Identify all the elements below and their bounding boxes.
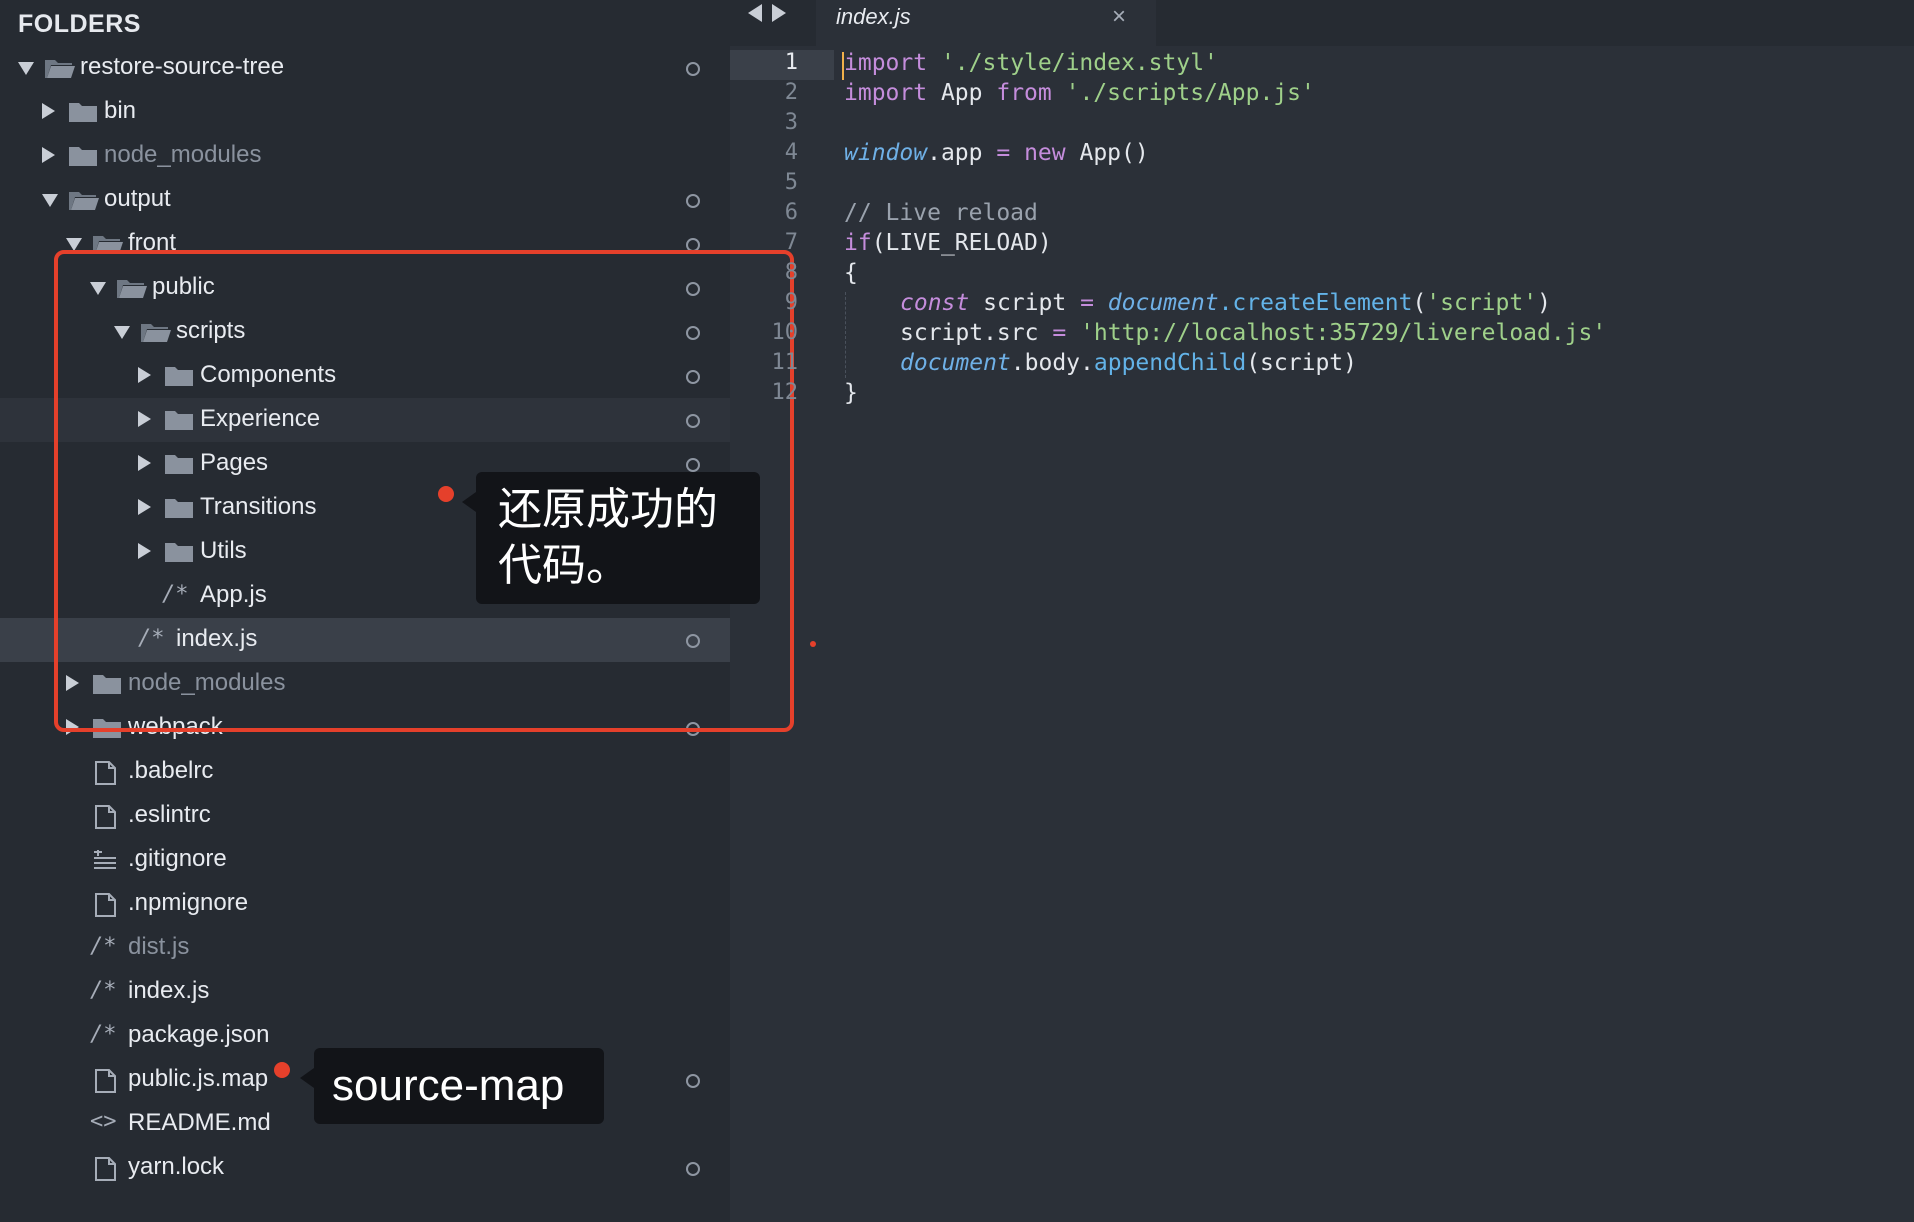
line-number: 8	[784, 260, 798, 285]
line-number: 9	[784, 290, 798, 315]
tree-item-babelrc[interactable]: .babelrc	[0, 750, 730, 794]
disclosure-down-icon[interactable]	[42, 194, 58, 207]
tab-index-js[interactable]: index.js ×	[816, 0, 1156, 46]
tree-item-label: dist.js	[128, 933, 190, 960]
file-icon	[94, 805, 124, 829]
tree-item-label: public.js.map	[128, 1065, 269, 1092]
code-line-11: document.body.appendChild(script)	[900, 350, 1357, 376]
code-line-10: script.src = 'http://localhost:35729/liv…	[900, 320, 1607, 346]
tree-item-gitignore[interactable]: .gitignore	[0, 838, 730, 882]
nav-back-icon[interactable]	[748, 4, 762, 22]
tree-item-label: output	[104, 185, 171, 212]
markdown-file-icon: <>	[90, 1109, 117, 1134]
code-line-1: import './style/index.styl'	[844, 50, 1218, 76]
callout2-dot	[274, 1062, 290, 1078]
tree-item-restore-source-tree[interactable]: restore-source-tree	[0, 46, 730, 90]
tree-item-label: .babelrc	[128, 757, 214, 784]
callout-source-map: source-map	[300, 1048, 604, 1124]
line-number: 7	[784, 230, 798, 255]
tree-item-bin[interactable]: bin	[0, 90, 730, 134]
tree-item-yarn-lock[interactable]: yarn.lock	[0, 1146, 730, 1190]
tree-item-npmignore[interactable]: .npmignore	[0, 882, 730, 926]
tab-title: index.js	[836, 4, 911, 29]
js-file-icon: /*	[90, 978, 117, 1003]
line-number: 4	[784, 140, 798, 165]
file-icon	[94, 1069, 124, 1093]
code-line-12: }	[844, 380, 858, 406]
folder-open-icon	[68, 189, 99, 211]
tree-item-label: .gitignore	[128, 845, 227, 872]
line-number: 1	[730, 50, 834, 80]
tree-item-label: .eslintrc	[128, 801, 211, 828]
file-icon	[94, 893, 124, 917]
small-red-dot	[810, 641, 816, 647]
tree-item-eslintrc[interactable]: .eslintrc	[0, 794, 730, 838]
js-file-icon: /*	[90, 934, 117, 959]
callout-restored-code: 还原成功的 代码。	[462, 472, 760, 604]
tab-close-icon[interactable]: ×	[1112, 3, 1126, 31]
tree-item-label: package.json	[128, 1021, 270, 1048]
folder-icon	[68, 101, 98, 123]
line-number: 3	[784, 110, 798, 135]
status-circle-icon	[686, 62, 700, 76]
code-line-2: import App from './scripts/App.js'	[844, 80, 1315, 106]
tree-item-label: .npmignore	[128, 889, 249, 916]
status-circle-icon	[686, 1162, 700, 1176]
line-number: 5	[784, 170, 798, 195]
tree-item-dist-js[interactable]: /* dist.js	[0, 926, 730, 970]
file-icon	[94, 1157, 124, 1181]
folder-icon	[68, 145, 98, 167]
disclosure-down-icon[interactable]	[18, 62, 34, 75]
code-line-7: if(LIVE_RELOAD)	[844, 230, 1052, 256]
callout1-line2: 代码。	[498, 541, 630, 590]
status-circle-icon	[686, 194, 700, 208]
tree-item-label: yarn.lock	[128, 1153, 225, 1180]
disclosure-right-icon[interactable]	[42, 147, 55, 163]
tree-item-output[interactable]: output	[0, 178, 730, 222]
file-icon	[94, 761, 124, 785]
tree-item-label: bin	[104, 97, 137, 124]
tree-item-label: README.md	[128, 1109, 271, 1136]
line-number: 12	[771, 380, 799, 405]
code-line-8: {	[844, 260, 858, 286]
indent-guide	[845, 292, 846, 378]
tree-item-label: restore-source-tree	[80, 53, 285, 80]
nav-forward-icon[interactable]	[772, 4, 786, 22]
tree-item-index-js[interactable]: /* index.js	[0, 970, 730, 1014]
text-lines-icon	[92, 849, 122, 871]
line-number: 6	[784, 200, 798, 225]
line-number: 2	[784, 80, 798, 105]
line-number: 11	[771, 350, 799, 375]
js-file-icon: /*	[90, 1022, 117, 1047]
sidebar-title: FOLDERS	[18, 10, 141, 38]
code-line-6: // Live reload	[844, 200, 1038, 226]
folder-open-icon	[44, 57, 75, 79]
tree-item-label: node_modules	[104, 141, 262, 168]
callout1-line1: 还原成功的	[498, 485, 718, 534]
code-line-9: const script = document.createElement('s…	[900, 290, 1551, 316]
code-line-4: window.app = new App()	[844, 140, 1149, 166]
status-circle-icon	[686, 1074, 700, 1088]
disclosure-right-icon[interactable]	[42, 103, 55, 119]
line-number: 10	[771, 320, 799, 345]
callout1-dot	[438, 486, 454, 502]
tree-item-node-modules[interactable]: node_modules	[0, 134, 730, 178]
tree-item-label: index.js	[128, 977, 210, 1004]
